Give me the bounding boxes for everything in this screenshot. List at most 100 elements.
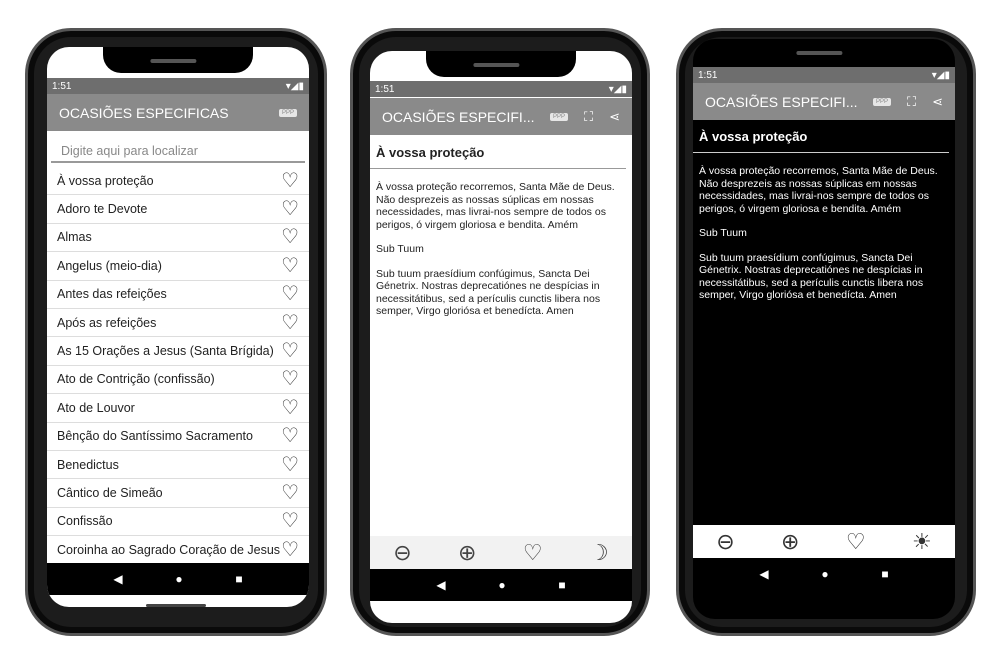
app-bar: OCASIÕES ESPECIFI... PPP ⛶ ⋖ (370, 98, 632, 135)
prayer-title: À vossa proteção (370, 135, 626, 169)
list-item-label: Confissão (57, 514, 113, 529)
list-item[interactable]: Benedictus ♡ (47, 451, 309, 480)
status-bar: 1:51 ▾◢▮ (693, 67, 955, 83)
heart-icon[interactable]: ♡ (281, 171, 299, 191)
phone-dark: 1:51 ▾◢▮ OCASIÕES ESPECIFI... PPP ⛶ ⋖ À voss… (676, 28, 976, 636)
speaker (150, 59, 197, 63)
list-item-label: À vossa proteção (57, 173, 154, 188)
screen: 1:51 ▾◢▮ OCASIÕES ESPECIFI... PPP ⛶ ⋖ À voss… (693, 39, 955, 619)
home-indicator (146, 604, 206, 607)
rate-badge-icon[interactable]: PPP (872, 97, 891, 106)
phone-light: 1:51 ▾◢▮ OCASIÕES ESPECIFI... PPP ⛶ ⋖ À voss… (350, 28, 650, 636)
list-item[interactable]: As 15 Orações a Jesus (Santa Brígida) ♡ (47, 337, 309, 366)
fullscreen-icon[interactable]: ⛶ (907, 94, 916, 110)
status-icons: ▾◢▮ (285, 80, 304, 92)
heart-icon[interactable]: ♡ (281, 398, 299, 418)
status-time: 1:51 (375, 83, 395, 95)
rate-badge-icon[interactable]: PPP (278, 108, 297, 117)
prayer-subtitle: Sub Tuum (699, 227, 747, 239)
heart-icon[interactable]: ♡ (846, 529, 866, 555)
recents-button[interactable]: ■ (558, 578, 565, 592)
zoom-out-icon[interactable]: ⊖ (716, 529, 734, 555)
heart-icon[interactable]: ♡ (281, 284, 299, 304)
recents-button[interactable]: ■ (235, 572, 242, 586)
zoom-in-icon[interactable]: ⊕ (458, 540, 476, 566)
list-item-label: As 15 Orações a Jesus (Santa Brígida) (57, 344, 274, 359)
reader-toolbar: ⊖ ⊕ ♡ ☽ (370, 536, 632, 569)
list-item-label: Bênção do Santíssimo Sacramento (57, 429, 253, 444)
list-item[interactable]: Ato de Louvor ♡ (47, 394, 309, 423)
back-button[interactable]: ◀ (113, 572, 122, 586)
list-item-label: Coroinha ao Sagrado Coração de Jesus (57, 542, 281, 557)
share-icon[interactable]: ⋖ (609, 109, 620, 125)
list-area: Digite aqui para localizar À vossa prote… (47, 131, 309, 565)
list-item[interactable]: Almas ♡ (47, 224, 309, 253)
list-item-label: Após as refeições (57, 315, 157, 330)
list-item-label: Ato de Contrição (confissão) (57, 372, 215, 387)
back-button[interactable]: ◀ (436, 578, 445, 592)
status-icons: ▾◢▮ (608, 83, 627, 95)
list-item-label: Adoro te Devote (57, 202, 148, 217)
prayer-title: À vossa proteção (693, 119, 949, 153)
list-item-label: Almas (57, 230, 92, 245)
sun-icon[interactable]: ☀ (912, 529, 932, 555)
moon-icon[interactable]: ☽ (589, 540, 609, 566)
list-item[interactable]: Coroinha ao Sagrado Coração de Jesus ♡ (47, 536, 309, 565)
app-bar: OCASIÕES ESPECIFICAS PPP (47, 94, 309, 131)
app-bar: OCASIÕES ESPECIFI... PPP ⛶ ⋖ (693, 83, 955, 120)
home-button[interactable]: ● (498, 578, 505, 592)
speaker (473, 63, 520, 67)
prayer-content: À vossa proteção À vossa proteção recorr… (370, 135, 632, 318)
list-item[interactable]: Adoro te Devote ♡ (47, 195, 309, 224)
list-item[interactable]: Ato de Contrição (confissão) ♡ (47, 366, 309, 395)
heart-icon[interactable]: ♡ (523, 540, 543, 566)
list-item[interactable]: Cântico de Simeão ♡ (47, 479, 309, 508)
list-item[interactable]: À vossa proteção ♡ (47, 167, 309, 196)
list-item[interactable]: Antes das refeições ♡ (47, 281, 309, 309)
list-item-label: Angelus (meio-dia) (57, 258, 162, 273)
heart-icon[interactable]: ♡ (281, 313, 299, 333)
list-item-label: Ato de Louvor (57, 400, 135, 415)
list-item[interactable]: Bênção do Santíssimo Sacramento ♡ (47, 423, 309, 451)
list-item[interactable]: Angelus (meio-dia) ♡ (47, 252, 309, 281)
phone-list: 1:51 ▾◢▮ OCASIÕES ESPECIFICAS PPP Digite a… (25, 28, 327, 636)
list-item[interactable]: Confissão ♡ (47, 508, 309, 537)
rate-badge-icon[interactable]: PPP (549, 112, 568, 121)
heart-icon[interactable]: ♡ (281, 227, 299, 247)
screen: 1:51 ▾◢▮ OCASIÕES ESPECIFI... PPP ⛶ ⋖ À voss… (370, 51, 632, 623)
heart-icon[interactable]: ♡ (281, 369, 299, 389)
heart-icon[interactable]: ♡ (281, 455, 299, 475)
app-title: OCASIÕES ESPECIFI... (382, 108, 535, 125)
screen: 1:51 ▾◢▮ OCASIÕES ESPECIFICAS PPP Digite a… (47, 47, 309, 607)
speaker (796, 51, 843, 55)
status-time: 1:51 (698, 69, 718, 81)
back-button[interactable]: ◀ (759, 567, 768, 581)
recents-button[interactable]: ■ (881, 567, 888, 581)
nav-bar: ◀ ● ■ (370, 569, 632, 601)
heart-icon[interactable]: ♡ (281, 341, 299, 361)
prayer-text-pt: À vossa proteção recorremos, Santa Mãe d… (376, 181, 615, 231)
heart-icon[interactable]: ♡ (281, 511, 299, 531)
status-time: 1:51 (52, 80, 72, 92)
status-icons: ▾◢▮ (931, 69, 950, 81)
prayer-text-la: Sub tuum praesídium confúgimus, Sancta D… (699, 251, 924, 302)
list-item-label: Antes das refeições (57, 287, 167, 302)
list-item-label: Cântico de Simeão (57, 485, 163, 500)
zoom-in-icon[interactable]: ⊕ (781, 529, 799, 555)
heart-icon[interactable]: ♡ (281, 199, 299, 219)
heart-icon[interactable]: ♡ (281, 483, 299, 503)
nav-bar: ◀ ● ■ (693, 558, 955, 590)
heart-icon[interactable]: ♡ (281, 540, 299, 560)
share-icon[interactable]: ⋖ (932, 94, 943, 110)
heart-icon[interactable]: ♡ (281, 426, 299, 446)
fullscreen-icon[interactable]: ⛶ (584, 109, 593, 125)
status-bar: 1:51 ▾◢▮ (370, 81, 632, 97)
home-button[interactable]: ● (821, 567, 828, 581)
app-title: OCASIÕES ESPECIFI... (705, 93, 858, 110)
zoom-out-icon[interactable]: ⊖ (393, 540, 411, 566)
list-item-label: Benedictus (57, 457, 119, 472)
heart-icon[interactable]: ♡ (281, 256, 299, 276)
home-button[interactable]: ● (175, 572, 182, 586)
list-item[interactable]: Após as refeições ♡ (47, 309, 309, 338)
search-input[interactable]: Digite aqui para localizar (51, 141, 305, 163)
